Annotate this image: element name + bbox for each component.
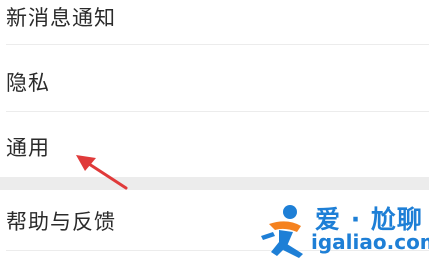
settings-screen: 新消息通知 隐私 通用 帮助与反馈 爱 · 尬聊 igaliao.com [0,0,429,267]
settings-item-label: 通用 [6,136,50,160]
settings-item-label: 帮助与反馈 [6,210,116,234]
red-arrow-annotation [76,155,128,190]
settings-item-general[interactable]: 通用 [0,112,429,177]
section-separator [0,177,429,190]
settings-item-privacy[interactable]: 隐私 [0,45,429,111]
settings-group-notifications: 新消息通知 隐私 通用 [0,0,429,177]
settings-item-label: 隐私 [6,71,50,95]
runner-logo-icon [261,205,303,258]
settings-item-new-message-notification[interactable]: 新消息通知 [0,0,429,38]
watermark-url-text: igaliao.com [311,230,429,254]
settings-item-label: 新消息通知 [6,6,116,30]
watermark: 爱 · 尬聊 igaliao.com [255,196,429,262]
